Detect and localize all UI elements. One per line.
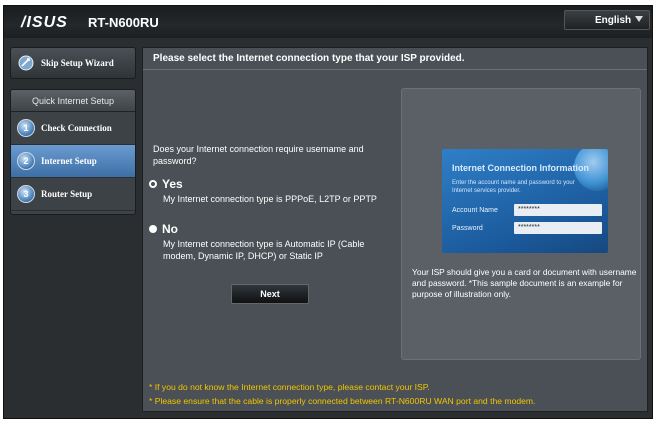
quick-internet-setup-menu: Quick Internet Setup 1 Check Connection … bbox=[10, 89, 136, 215]
option-yes-label: Yes bbox=[162, 177, 183, 191]
next-button[interactable]: Next bbox=[231, 284, 309, 304]
step-router-setup[interactable]: 3 Router Setup bbox=[11, 178, 135, 211]
step-label: Router Setup bbox=[41, 189, 93, 199]
main-panel: Please select the Internet connection ty… bbox=[142, 47, 648, 412]
illustration-description: Enter the account name and password to y… bbox=[452, 180, 575, 194]
chevron-down-icon bbox=[635, 16, 643, 22]
illustration-title: Internet Connection Information bbox=[452, 163, 589, 173]
no-radio[interactable] bbox=[149, 225, 157, 233]
header-bar: /ISUS RT-N600RU English bbox=[4, 6, 652, 38]
step-2-icon: 2 bbox=[17, 152, 35, 170]
note-line: * Please ensure that the cable is proper… bbox=[149, 396, 536, 406]
yes-radio[interactable] bbox=[149, 180, 157, 188]
quick-internet-setup-title: Quick Internet Setup bbox=[11, 90, 135, 112]
main-header: Please select the Internet connection ty… bbox=[143, 48, 647, 70]
option-yes-description: My Internet connection type is PPPoE, L2… bbox=[163, 194, 377, 204]
isp-info-card: Internet Connection Information Enter th… bbox=[401, 88, 641, 360]
note-line: * If you do not know the Internet connec… bbox=[149, 382, 430, 392]
page-title: Please select the Internet connection ty… bbox=[153, 53, 465, 64]
language-select[interactable]: English bbox=[564, 10, 650, 30]
step-1-icon: 1 bbox=[17, 119, 35, 137]
illustration-caption: Your ISP should give you a card or docum… bbox=[412, 267, 637, 299]
password-label: Password bbox=[452, 225, 483, 232]
brand-logo: /ISUS bbox=[21, 14, 68, 31]
password-value: ******** bbox=[514, 222, 602, 234]
option-no-description: My Internet connection type is Automatic… bbox=[163, 239, 365, 261]
step-3-icon: 3 bbox=[17, 185, 35, 203]
step-internet-setup[interactable]: 2 Internet Setup bbox=[11, 145, 135, 178]
option-no[interactable]: No My Internet connection type is Automa… bbox=[149, 222, 399, 278]
step-label: Check Connection bbox=[41, 123, 112, 133]
option-yes[interactable]: Yes My Internet connection type is PPPoE… bbox=[149, 177, 399, 217]
step-check-connection[interactable]: 1 Check Connection bbox=[11, 112, 135, 145]
notes: * If you do not know the Internet connec… bbox=[149, 380, 643, 408]
model-name: RT-N600RU bbox=[88, 15, 159, 30]
option-no-label: No bbox=[162, 222, 178, 236]
skip-setup-wizard-button[interactable]: Skip Setup Wizard bbox=[10, 47, 136, 79]
account-name-label: Account Name bbox=[452, 207, 498, 214]
account-name-value: ******** bbox=[514, 204, 602, 216]
wizard-icon bbox=[18, 55, 34, 71]
language-value: English bbox=[595, 15, 632, 26]
isp-document-illustration: Internet Connection Information Enter th… bbox=[442, 149, 608, 253]
router-setup-window: /ISUS RT-N600RU English Skip Setup Wizar… bbox=[3, 5, 653, 419]
step-label: Internet Setup bbox=[41, 156, 97, 166]
skip-setup-wizard-label: Skip Setup Wizard bbox=[41, 58, 114, 68]
credentials-question: Does your Internet connection require us… bbox=[153, 144, 364, 166]
